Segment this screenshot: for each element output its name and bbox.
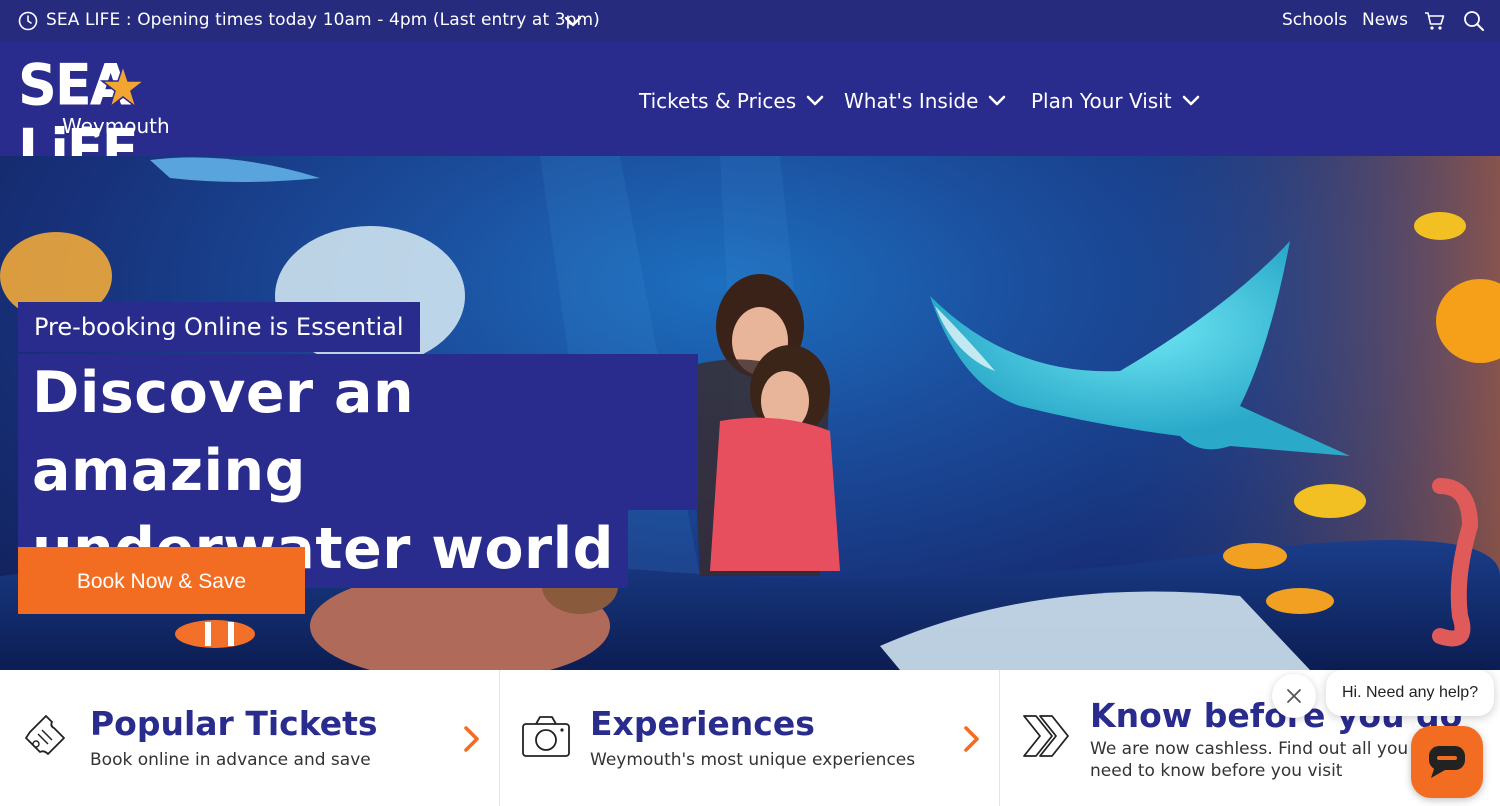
opening-times-text[interactable]: SEA LIFE : Opening times today 10am - 4p… <box>46 10 600 30</box>
chat-close-button[interactable] <box>1272 674 1316 718</box>
headline-line-1: Discover an amazing <box>18 354 698 510</box>
search-icon[interactable] <box>1463 10 1485 32</box>
card-experiences[interactable]: Experiences Weymouth's most unique exper… <box>500 670 1000 806</box>
chevron-down-icon <box>1182 95 1199 105</box>
starfish-icon <box>100 64 146 110</box>
clock-icon <box>18 11 38 31</box>
book-now-button[interactable]: Book Now & Save <box>18 547 305 614</box>
nav-label: Plan Your Visit <box>1031 88 1172 113</box>
main-header: SEA LiFE Weymouth Tickets & Prices What'… <box>0 42 1500 183</box>
chevron-right-icon <box>464 726 479 752</box>
chat-launcher-button[interactable] <box>1411 726 1483 798</box>
cart-icon[interactable] <box>1424 10 1446 32</box>
camera-icon <box>522 716 570 757</box>
double-chevron-icon <box>1023 715 1069 757</box>
prebooking-banner: Pre-booking Online is Essential <box>18 302 420 352</box>
hero-banner: Pre-booking Online is Essential Discover… <box>0 156 1500 670</box>
card-title: Popular Tickets <box>90 704 378 743</box>
nav-label: What's Inside <box>844 88 979 113</box>
card-title: Experiences <box>590 704 815 743</box>
news-link[interactable]: News <box>1362 10 1408 30</box>
chat-prompt-bubble[interactable]: Hi. Need any help? <box>1326 670 1495 716</box>
chevron-down-icon[interactable] <box>564 12 582 30</box>
nav-tickets-prices[interactable]: Tickets & Prices <box>639 87 824 113</box>
schools-link[interactable]: Schools <box>1282 10 1347 30</box>
ticket-icon <box>25 715 65 755</box>
chat-icon <box>1429 746 1465 778</box>
nav-whats-inside[interactable]: What's Inside <box>844 87 1006 113</box>
close-icon <box>1287 689 1301 703</box>
sealife-logo[interactable]: SEA LiFE Weymouth <box>18 52 218 182</box>
chevron-right-icon <box>964 726 979 752</box>
card-popular-tickets[interactable]: Popular Tickets Book online in advance a… <box>0 670 500 806</box>
utility-bar: SEA LIFE : Opening times today 10am - 4p… <box>0 0 1500 42</box>
card-description: Book online in advance and save <box>90 750 371 770</box>
chevron-down-icon <box>806 95 824 105</box>
nav-plan-your-visit[interactable]: Plan Your Visit <box>1031 87 1200 113</box>
chevron-down-icon <box>989 95 1006 105</box>
card-description: Weymouth's most unique experiences <box>590 750 916 770</box>
card-description: We are now cashless. Find out all you ne… <box>1090 739 1409 781</box>
logo-location: Weymouth <box>62 114 170 138</box>
nav-label: Tickets & Prices <box>639 88 797 113</box>
